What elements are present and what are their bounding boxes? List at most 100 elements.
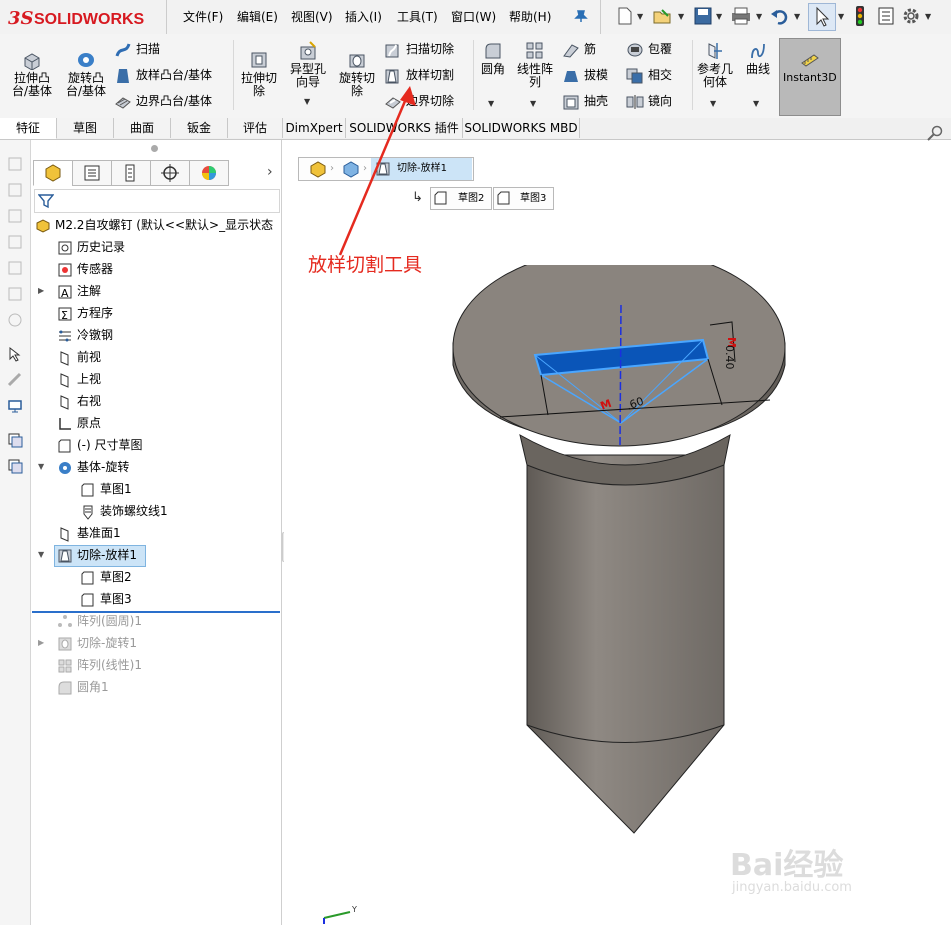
menu-tools[interactable]: 工具(T) xyxy=(397,8,438,25)
dimxpert-manager-tab[interactable] xyxy=(150,160,190,186)
part-icon[interactable] xyxy=(309,160,327,178)
shell-button[interactable]: 抽壳 xyxy=(562,93,608,110)
wrap-button[interactable]: 包覆 xyxy=(626,41,672,58)
menu-edit[interactable]: 编辑(E) xyxy=(237,8,278,25)
display-icon[interactable] xyxy=(7,398,23,414)
view-icon[interactable] xyxy=(7,208,23,224)
feature-manager-tab[interactable] xyxy=(33,160,73,186)
select-tool-icon[interactable] xyxy=(7,346,23,362)
undo-dropdown-icon[interactable]: ▼ xyxy=(794,12,800,21)
menu-view[interactable]: 视图(V) xyxy=(291,8,333,25)
collapse-arrow-icon[interactable]: ▼ xyxy=(38,550,44,559)
reference-geometry-button[interactable]: 参考几 何体 ▼ xyxy=(694,41,736,108)
breadcrumb-sketch2[interactable]: 草图2 xyxy=(430,187,492,210)
menu-insert[interactable]: 插入(I) xyxy=(345,8,382,25)
expand-arrow-icon[interactable]: ▶ xyxy=(38,638,44,647)
file-properties-icon[interactable] xyxy=(876,6,896,26)
mirror-button[interactable]: 镜向 xyxy=(626,93,672,110)
copy-view-icon[interactable] xyxy=(7,432,23,448)
print-icon[interactable] xyxy=(730,6,752,26)
tab-sheet-metal[interactable]: 钣金 xyxy=(171,118,228,138)
linear-pattern-button[interactable]: 线性阵 列 ▼ xyxy=(512,41,558,108)
screw-3d-model[interactable]: M 0.40 M .60 xyxy=(440,265,800,845)
tree-item-sketch1[interactable]: 草图1 xyxy=(80,481,132,498)
sweep-button[interactable]: 扫描 xyxy=(114,41,160,58)
draft-button[interactable]: 拔模 xyxy=(562,67,608,84)
paste-view-icon[interactable] xyxy=(7,458,23,474)
tab-features[interactable]: 特征 xyxy=(0,118,57,139)
tree-item-sketch3[interactable]: 草图3 xyxy=(80,591,132,608)
curves-button[interactable]: 曲线 ▼ xyxy=(738,41,778,108)
collapse-arrow-icon[interactable]: ▼ xyxy=(38,462,44,471)
configuration-manager-tab[interactable] xyxy=(111,160,151,186)
tree-item-fillet1[interactable]: 圆角1 xyxy=(57,679,109,696)
extrude-cut-button[interactable]: 拉伸切 除 xyxy=(236,50,282,98)
extrude-boss-button[interactable]: 拉伸凸 台/基体 xyxy=(6,50,58,98)
chevron-right-icon[interactable]: › xyxy=(267,164,273,180)
open-dropdown-icon[interactable]: ▼ xyxy=(678,12,684,21)
boundary-boss-button[interactable]: 边界凸台/基体 xyxy=(114,93,212,110)
tree-item-origin[interactable]: 原点 xyxy=(57,415,101,432)
tree-item-dim-sketch[interactable]: (-) 尺寸草图 xyxy=(57,437,143,454)
tab-mbd[interactable]: SOLIDWORKS MBD xyxy=(463,118,580,138)
undo-icon[interactable] xyxy=(770,6,790,26)
view-icon[interactable] xyxy=(7,156,23,172)
tree-item-cut-loft[interactable]: 切除-放样1 xyxy=(57,547,137,564)
search-commands-icon[interactable] xyxy=(925,124,945,144)
tree-item-top-plane[interactable]: 上视 xyxy=(57,371,101,388)
save-icon[interactable] xyxy=(693,6,713,26)
options-dropdown-icon[interactable]: ▼ xyxy=(925,12,931,21)
view-icon[interactable] xyxy=(7,234,23,250)
open-document-icon[interactable] xyxy=(652,6,674,26)
tree-item-front-plane[interactable]: 前视 xyxy=(57,349,101,366)
measure-icon[interactable] xyxy=(7,372,23,388)
loft-boss-button[interactable]: 放样凸台/基体 xyxy=(114,67,212,84)
tab-evaluate[interactable]: 评估 xyxy=(228,118,283,138)
tree-item-plane1[interactable]: 基准面1 xyxy=(57,525,121,542)
tree-item-cosmetic-thread[interactable]: 装饰螺纹线1 xyxy=(80,503,168,520)
fillet-button[interactable]: 圆角 ▼ xyxy=(476,41,510,108)
intersect-button[interactable]: 相交 xyxy=(626,67,672,84)
filter-box[interactable] xyxy=(34,189,280,213)
new-dropdown-icon[interactable]: ▼ xyxy=(637,12,643,21)
rebuild-icon[interactable] xyxy=(853,5,867,27)
pin-icon[interactable] xyxy=(574,9,588,23)
print-dropdown-icon[interactable]: ▼ xyxy=(756,12,762,21)
tree-item-cut-revolve[interactable]: 切除-旋转1 xyxy=(57,635,137,652)
tree-item-base-revolve[interactable]: 基体-旋转 xyxy=(57,459,129,476)
view-icon[interactable] xyxy=(7,286,23,302)
hole-wizard-button[interactable]: 异型孔 向导 ▼ xyxy=(284,41,332,106)
tree-item-right-plane[interactable]: 右视 xyxy=(57,393,101,410)
tree-item-linear-pattern[interactable]: 阵列(线性)1 xyxy=(57,657,142,674)
new-document-icon[interactable] xyxy=(616,6,634,26)
options-gear-icon[interactable] xyxy=(901,6,921,26)
select-button[interactable] xyxy=(808,3,836,31)
view-icon[interactable] xyxy=(7,312,23,328)
tree-item-circular-pattern[interactable]: 阵列(圆周)1 xyxy=(57,613,142,630)
view-icon[interactable] xyxy=(7,260,23,276)
tree-item-sensors[interactable]: 传感器 xyxy=(57,261,113,278)
tree-root-part[interactable]: M2.2自攻螺钉 (默认<<默认>_显示状态 xyxy=(35,217,273,234)
menu-file[interactable]: 文件(F) xyxy=(183,8,223,25)
save-dropdown-icon[interactable]: ▼ xyxy=(716,12,722,21)
revolve-boss-button[interactable]: 旋转凸 台/基体 xyxy=(60,50,112,98)
tree-item-equations[interactable]: Σ 方程序 xyxy=(57,305,113,322)
tab-surfaces[interactable]: 曲面 xyxy=(114,118,171,138)
select-dropdown-icon[interactable]: ▼ xyxy=(838,12,844,21)
property-manager-tab[interactable] xyxy=(72,160,112,186)
menu-window[interactable]: 窗口(W) xyxy=(451,8,496,25)
breadcrumb-sketch3[interactable]: 草图3 xyxy=(493,187,554,210)
panel-grip[interactable] xyxy=(151,145,158,152)
display-manager-tab[interactable] xyxy=(189,160,229,186)
expand-arrow-icon[interactable]: ▶ xyxy=(38,286,44,295)
instant3d-button[interactable]: Instant3D xyxy=(779,38,841,116)
tree-item-material[interactable]: 冷镦钢 xyxy=(57,327,113,344)
rib-button[interactable]: 筋 xyxy=(562,41,596,58)
tree-item-annotations[interactable]: A 注解 xyxy=(57,283,101,300)
tree-item-sketch2[interactable]: 草图2 xyxy=(80,569,132,586)
sweep-cut-button[interactable]: 扫描切除 xyxy=(384,41,454,58)
tab-sketch[interactable]: 草图 xyxy=(57,118,114,138)
tree-item-history[interactable]: 历史记录 xyxy=(57,239,125,256)
menu-help[interactable]: 帮助(H) xyxy=(509,8,551,25)
view-icon[interactable] xyxy=(7,182,23,198)
